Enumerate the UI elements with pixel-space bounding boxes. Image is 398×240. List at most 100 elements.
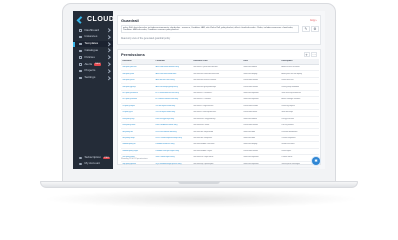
resource-link[interactable]: lambda-policy-fn xyxy=(121,143,154,146)
table-cell: S3:PutObject:writePolicy xyxy=(155,111,176,114)
sidebar-item-label: Settings xyxy=(84,75,96,80)
plan-badge: PRO xyxy=(103,156,110,160)
table-cell: Lambda:Invoke:fnPolicy xyxy=(155,143,175,146)
policy-card-title: Guardrail xyxy=(121,18,139,23)
new-badge: NEW xyxy=(94,63,102,66)
table-cell: Lambda:GetLayer:layerPolicy xyxy=(155,149,180,152)
logo-chevron-icon xyxy=(76,16,85,24)
policy-text: policy Roll: dev-infra-roles, includes-e… xyxy=(123,26,294,32)
sidebar-item-alerts[interactable]: Alerts NEW xyxy=(73,61,113,68)
settings-button[interactable]: ⚙ xyxy=(311,26,319,32)
table-row[interactable]: cw-policy-logsLogs:PutLogEvents:logPolic… xyxy=(121,168,319,169)
table-cell: cloud-roles:viewer xyxy=(243,124,258,127)
table-cell: cloud-roles:viewer xyxy=(243,149,258,152)
chevron-right-icon xyxy=(105,48,110,53)
table-cell: arn:aws:lambda:::function/* xyxy=(193,143,216,146)
resource-link[interactable]: iam-policy-user xyxy=(121,79,154,82)
table-cell: arn:aws:rds:::db/prod-db xyxy=(193,130,213,133)
table-cell: Decrypt secrets xyxy=(281,117,294,120)
column-header[interactable]: Resource xyxy=(121,60,154,63)
permissions-actions: + ⋯ xyxy=(303,52,317,57)
chevron-right-icon xyxy=(105,35,110,39)
copy-link[interactable]: Copy xyxy=(310,19,317,22)
table-cell: Allow access to bucket xyxy=(281,66,300,69)
table-cell: arn:aws:ec2:::volume/* xyxy=(193,98,212,101)
sidebar-item-label: Instances xyxy=(84,34,98,39)
sidebar-bottom-label: My Account xyxy=(84,161,101,166)
table-cell: EC2:AttachVolume:volPolicy xyxy=(155,98,179,101)
resource-link[interactable]: lambda-policy-layer xyxy=(121,150,154,153)
add-permission-button[interactable]: + xyxy=(303,52,310,57)
table-cell: EC2:StartInstances:runPolicy xyxy=(155,91,179,94)
table-cell: cloud-roles:viewer xyxy=(243,79,258,82)
table-cell: Write backups xyxy=(281,111,293,114)
column-header[interactable]: Description xyxy=(280,60,319,63)
more-icon: ⋯ xyxy=(312,52,316,57)
resource-link[interactable]: ec2-policy-volume xyxy=(121,98,154,101)
permissions-card: Permissions + ⋯ Resource Condition Resourc… xyxy=(117,49,321,168)
table-cell: infra-roles:operator xyxy=(243,156,259,159)
sidebar-item-projects[interactable]: Projects xyxy=(73,68,113,75)
resource-link[interactable]: kms-policy-key xyxy=(121,118,154,121)
resource-link[interactable]: rds-policy-snap xyxy=(121,137,154,140)
logo[interactable]: CLOUD xyxy=(76,16,114,24)
table-cell: arn:aws:rds:::snapshot/* xyxy=(193,137,213,140)
table-footer: Showing 18 of 18 permissions xyxy=(121,158,148,160)
column-header[interactable]: Role xyxy=(242,60,280,63)
sidebar-item-catalogue[interactable]: Catalogue xyxy=(73,47,113,54)
table-cell: infra-roles:admin xyxy=(243,117,257,120)
permissions-table: Resource Condition Resource Path Role Descri… xyxy=(121,59,319,169)
table-cell: infra-roles:dba xyxy=(243,130,256,133)
laptop-screen: CLOUD Dashboard Instances Templates Catalog… xyxy=(73,11,325,169)
resource-link[interactable]: rds-policy-db xyxy=(121,131,154,134)
table-cell: infra-roles:operator xyxy=(243,91,259,94)
more-button[interactable]: ⋯ xyxy=(311,52,317,57)
column-header[interactable]: Resource Path xyxy=(192,60,242,63)
table-cell: Read users list xyxy=(281,79,294,82)
sidebar-bottom-my-account[interactable]: My Account xyxy=(73,161,113,167)
table-cell: SQS:SendMessage:queuePolicy xyxy=(155,162,182,165)
table-cell: cloud-roles:viewer xyxy=(243,85,258,88)
table-cell: infra-roles:dba xyxy=(243,137,256,140)
edit-button[interactable]: ✎ xyxy=(302,26,310,32)
resource-link[interactable]: iam-policy-bucket xyxy=(121,66,154,69)
chevron-right-icon xyxy=(105,69,110,73)
sidebar-item-policies[interactable]: Policies xyxy=(73,54,113,61)
table-cell: Start and stop instances xyxy=(281,91,301,94)
dashboard-icon xyxy=(79,29,82,32)
sidebar-item-templates[interactable]: Templates xyxy=(73,40,113,48)
table-cell: arn:aws:kms:::alias/* xyxy=(193,124,210,127)
chevron-right-icon xyxy=(105,55,110,60)
sidebar-item-dashboard[interactable]: Dashboard xyxy=(73,27,113,34)
sidebar-bottom: Subscription PRO My Account xyxy=(73,155,113,167)
laptop-shadow xyxy=(42,190,360,208)
resource-link[interactable]: sqs-policy-queue xyxy=(121,163,154,166)
chevron-right-icon xyxy=(105,42,110,46)
table-cell: arn:aws:kms:::key/prod-key xyxy=(193,117,216,120)
policy-icon xyxy=(79,56,82,59)
sidebar-item-instances[interactable]: Instances xyxy=(73,34,113,41)
table-cell: arn:aws:sns:::topic/alerts xyxy=(193,156,214,159)
policy-textbox[interactable]: policy Roll: dev-infra-roles, includes-e… xyxy=(121,25,299,33)
sidebar-item-settings[interactable]: Settings xyxy=(73,75,113,82)
chat-icon: ✱ xyxy=(314,158,318,163)
resource-link[interactable]: kms-policy-alias xyxy=(121,124,154,127)
table-cell: infra-roles:operator xyxy=(243,162,259,165)
main-content: Guardrail Copy policy Roll: dev-infra-ro… xyxy=(113,11,325,169)
table-cell: arn:aws:iam::users/ci-runner xyxy=(193,79,217,82)
table-cell: infra-roles:operator xyxy=(243,98,259,101)
help-fab[interactable]: ✱ xyxy=(312,157,320,165)
table-cell: Describe databases xyxy=(281,130,298,133)
column-header[interactable]: Condition xyxy=(154,60,192,63)
resource-link[interactable]: s3-policy-object xyxy=(121,105,154,108)
sidebar-bottom-label: Subscription xyxy=(84,155,102,160)
policy-card: Guardrail Copy policy Roll: dev-infra-ro… xyxy=(117,15,321,45)
resource-link[interactable]: iam-policy-role xyxy=(121,73,154,76)
resource-link[interactable]: s3-policy-put xyxy=(121,111,154,114)
table-cell: Invoke functions xyxy=(281,143,295,146)
resource-link[interactable]: iam-policy-group xyxy=(121,86,154,89)
table-cell: RDS:CreateSnapshot:snapPolicy xyxy=(155,137,182,140)
resource-link[interactable]: ec2-policy-instance xyxy=(121,92,154,95)
table-cell: cloud-roles:reader xyxy=(243,104,258,107)
table-cell: List key aliases xyxy=(281,124,294,127)
